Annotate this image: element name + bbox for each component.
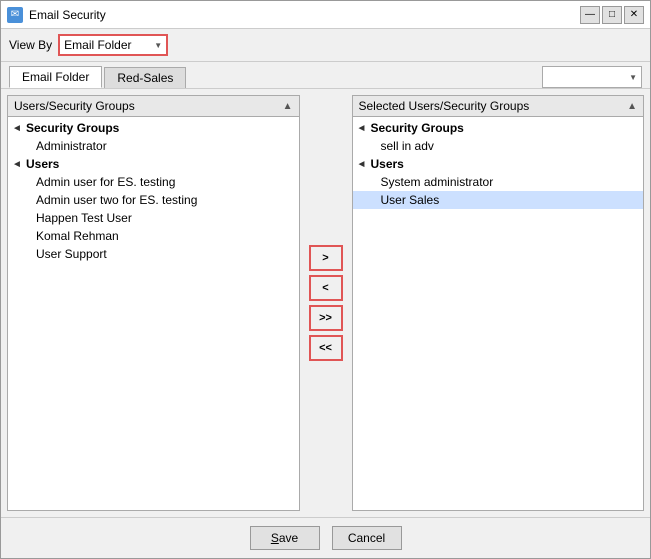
right-users-label: Users (371, 157, 404, 171)
title-bar-left: ✉ Email Security (7, 7, 106, 23)
maximize-button[interactable]: □ (602, 6, 622, 24)
footer: Save Cancel (1, 517, 650, 558)
right-sg-item-sell-in-adv[interactable]: sell in adv (353, 137, 644, 155)
left-user-item-4[interactable]: User Support (8, 245, 299, 263)
right-user-item-1[interactable]: User Sales (353, 191, 644, 209)
toolbar: View By Email Folder (1, 29, 650, 62)
left-user-item-2[interactable]: Happen Test User (8, 209, 299, 227)
left-user-item-0[interactable]: Admin user for ES. testing (8, 173, 299, 191)
right-panel-content: ◄ Security Groups sell in adv ◄ Users Sy… (353, 117, 644, 510)
left-panel: Users/Security Groups ▲ ◄ Security Group… (7, 95, 300, 511)
cancel-label: Cancel (348, 531, 385, 545)
right-users-section[interactable]: ◄ Users (353, 155, 644, 173)
tab-bar: Email Folder Red-Sales (1, 62, 650, 89)
app-icon: ✉ (7, 7, 23, 23)
view-by-value: Email Folder (64, 38, 131, 52)
right-sg-expand-icon: ◄ (357, 123, 367, 134)
move-left-button[interactable]: < (309, 275, 343, 301)
left-sg-expand-icon: ◄ (12, 123, 22, 134)
right-panel-header: Selected Users/Security Groups ▲ (353, 96, 644, 117)
tab-red-sales[interactable]: Red-Sales (104, 67, 186, 88)
main-content: Users/Security Groups ▲ ◄ Security Group… (1, 89, 650, 517)
left-panel-content: ◄ Security Groups Administrator ◄ Users … (8, 117, 299, 510)
transfer-buttons-group: > < >> << (306, 95, 346, 511)
view-by-label: View By (9, 38, 52, 52)
left-users-expand-icon: ◄ (12, 159, 22, 170)
window-title: Email Security (29, 8, 106, 22)
left-users-section[interactable]: ◄ Users (8, 155, 299, 173)
right-panel-sort-icon: ▲ (627, 101, 637, 112)
right-user-item-0[interactable]: System administrator (353, 173, 644, 191)
save-button[interactable]: Save (250, 526, 320, 550)
view-by-dropdown[interactable]: Email Folder (58, 34, 168, 56)
right-security-groups-section[interactable]: ◄ Security Groups (353, 119, 644, 137)
left-sg-label: Security Groups (26, 121, 119, 135)
close-button[interactable]: ✕ (624, 6, 644, 24)
email-security-window: ✉ Email Security — □ ✕ View By Email Fol… (0, 0, 651, 559)
left-panel-header: Users/Security Groups ▲ (8, 96, 299, 117)
left-user-item-1[interactable]: Admin user two for ES. testing (8, 191, 299, 209)
right-panel-title: Selected Users/Security Groups (359, 99, 530, 113)
left-user-item-3[interactable]: Komal Rehman (8, 227, 299, 245)
move-all-left-button[interactable]: << (309, 335, 343, 361)
move-right-button[interactable]: > (309, 245, 343, 271)
minimize-button[interactable]: — (580, 6, 600, 24)
right-sg-label: Security Groups (371, 121, 464, 135)
left-sg-item-administrator[interactable]: Administrator (8, 137, 299, 155)
right-panel: Selected Users/Security Groups ▲ ◄ Secur… (352, 95, 645, 511)
cancel-button[interactable]: Cancel (332, 526, 402, 550)
save-label: Save (271, 531, 298, 545)
title-bar-controls: — □ ✕ (580, 6, 644, 24)
tab-email-folder[interactable]: Email Folder (9, 66, 102, 88)
left-security-groups-section[interactable]: ◄ Security Groups (8, 119, 299, 137)
left-panel-title: Users/Security Groups (14, 99, 135, 113)
move-all-right-button[interactable]: >> (309, 305, 343, 331)
left-users-label: Users (26, 157, 59, 171)
title-bar: ✉ Email Security — □ ✕ (1, 1, 650, 29)
right-users-expand-icon: ◄ (357, 159, 367, 170)
left-panel-sort-icon: ▲ (283, 101, 293, 112)
tab-right-dropdown[interactable] (542, 66, 642, 88)
